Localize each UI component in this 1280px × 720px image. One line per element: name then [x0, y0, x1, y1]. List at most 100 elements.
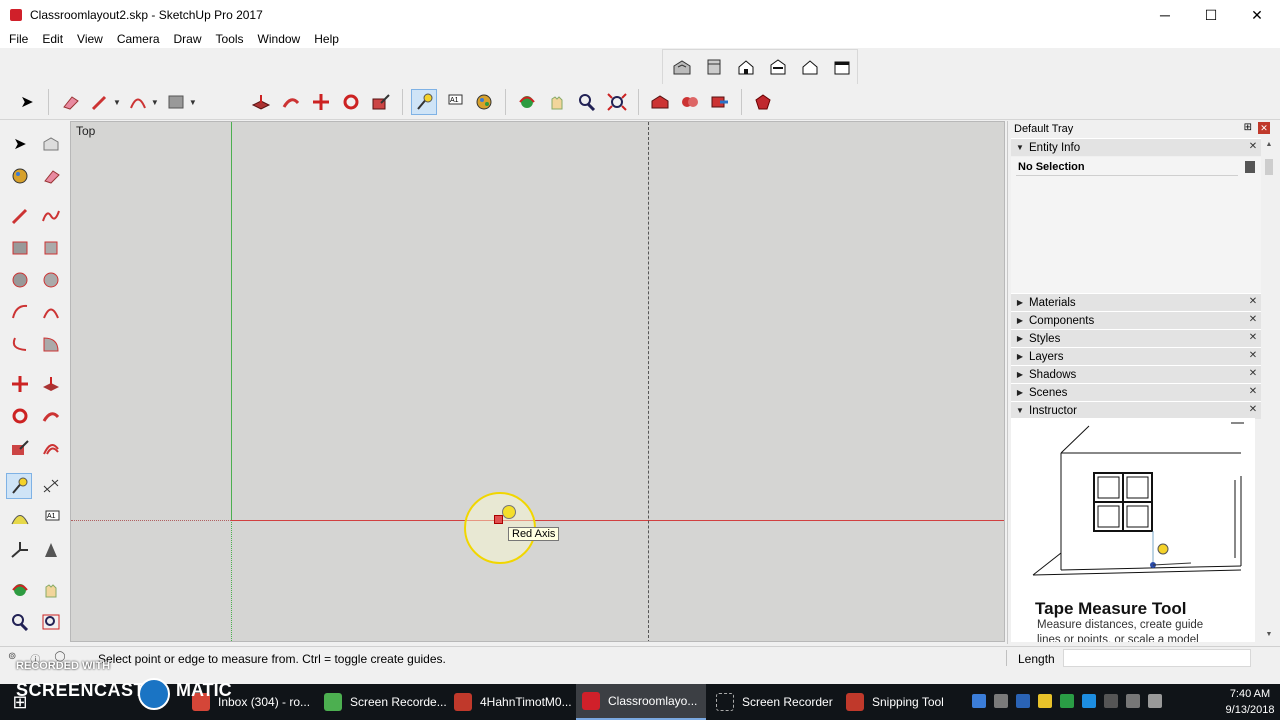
3d-text-icon[interactable]: [38, 537, 64, 563]
dimension-icon[interactable]: [38, 473, 64, 499]
panel-scenes[interactable]: ▶ Scenes ✕: [1011, 383, 1261, 401]
move-icon[interactable]: [308, 89, 334, 115]
pencil-line-icon[interactable]: [87, 89, 113, 115]
front-view-icon[interactable]: [733, 54, 759, 80]
menu-file[interactable]: File: [2, 32, 35, 46]
close-button[interactable]: ✕: [1234, 0, 1280, 30]
tape-measure-icon[interactable]: [6, 473, 32, 499]
measurements-box[interactable]: [1063, 649, 1251, 667]
pie-icon[interactable]: [38, 331, 64, 357]
taskbar-clock[interactable]: 7:40 AM 9/13/2018: [1222, 686, 1278, 718]
axes-icon[interactable]: [7, 537, 33, 563]
panel-materials[interactable]: ▶ Materials ✕: [1011, 293, 1261, 311]
zoom-window-icon[interactable]: [38, 609, 64, 635]
onedrive-icon[interactable]: [994, 694, 1008, 708]
share-model-icon[interactable]: [707, 89, 733, 115]
menu-tools[interactable]: Tools: [209, 32, 251, 46]
zoom-icon[interactable]: [7, 609, 33, 635]
minimize-button[interactable]: ─: [1142, 0, 1188, 30]
orbit-icon[interactable]: [514, 89, 540, 115]
select-arrow-icon[interactable]: ➤: [7, 131, 33, 157]
pan-hand-icon[interactable]: [38, 577, 64, 603]
zoom-extents-icon[interactable]: [604, 89, 630, 115]
close-icon[interactable]: ✕: [1248, 142, 1258, 152]
menu-edit[interactable]: Edit: [35, 32, 70, 46]
follow-me-icon[interactable]: [38, 403, 64, 429]
paint-bucket-icon[interactable]: [7, 163, 33, 189]
follow-me-icon[interactable]: [278, 89, 304, 115]
make-component-icon[interactable]: [38, 131, 64, 157]
text-tool-icon[interactable]: A1: [38, 505, 64, 531]
close-icon[interactable]: ✕: [1248, 351, 1258, 361]
menu-view[interactable]: View: [70, 32, 110, 46]
modeling-viewport[interactable]: Top Red Axis: [70, 121, 1005, 642]
tape-measure-icon[interactable]: [411, 89, 437, 115]
chevron-down-icon[interactable]: ▼: [189, 98, 197, 107]
chevron-down-icon[interactable]: ▼: [113, 98, 121, 107]
close-icon[interactable]: ✕: [1248, 333, 1258, 343]
back-view-icon[interactable]: [797, 54, 823, 80]
close-icon[interactable]: ✕: [1248, 369, 1258, 379]
rotate-icon[interactable]: [338, 89, 364, 115]
move-icon[interactable]: [7, 371, 33, 397]
panel-components[interactable]: ▶ Components ✕: [1011, 311, 1261, 329]
rotate-icon[interactable]: [7, 403, 33, 429]
line-icon[interactable]: [7, 203, 33, 229]
top-view-icon[interactable]: [701, 54, 727, 80]
panel-layers[interactable]: ▶ Layers ✕: [1011, 347, 1261, 365]
taskbar-item[interactable]: Screen Recorde...: [318, 684, 447, 720]
pin-icon[interactable]: ⊞: [1244, 122, 1252, 134]
protractor-icon[interactable]: [7, 505, 33, 531]
panel-instructor[interactable]: ▼ Instructor ✕: [1011, 401, 1261, 419]
circle-icon[interactable]: [7, 267, 33, 293]
close-icon[interactable]: ✕: [1248, 315, 1258, 325]
panel-entity-info[interactable]: ▼ Entity Info ✕: [1011, 138, 1261, 156]
taskbar-item[interactable]: Snipping Tool: [840, 684, 944, 720]
rectangle-icon[interactable]: [7, 235, 33, 261]
maximize-button[interactable]: ☐: [1188, 0, 1234, 30]
push-pull-icon[interactable]: [248, 89, 274, 115]
eraser-icon[interactable]: [57, 89, 83, 115]
scroll-thumb[interactable]: [1265, 159, 1273, 175]
orbit-icon[interactable]: [7, 577, 33, 603]
offset-icon[interactable]: [38, 435, 64, 461]
select-arrow-icon[interactable]: ➤: [14, 89, 40, 115]
freehand-icon[interactable]: [38, 203, 64, 229]
extension-warehouse-icon[interactable]: [750, 89, 776, 115]
menu-draw[interactable]: Draw: [167, 32, 209, 46]
taskbar-item[interactable]: Screen Recorder: [710, 684, 833, 720]
tray-close-button[interactable]: ✕: [1258, 122, 1270, 134]
push-pull-icon[interactable]: [38, 371, 64, 397]
app-tray-icon[interactable]: [1060, 694, 1074, 708]
dropbox-icon[interactable]: [972, 694, 986, 708]
rectangle-icon[interactable]: [163, 89, 189, 115]
scroll-down-icon[interactable]: ▼: [1264, 631, 1274, 638]
arc-icon[interactable]: [125, 89, 151, 115]
rotated-rectangle-icon[interactable]: [38, 235, 64, 261]
close-icon[interactable]: ✕: [1248, 297, 1258, 307]
two-point-arc-icon[interactable]: [38, 299, 64, 325]
eraser-icon[interactable]: [38, 163, 64, 189]
taskbar-item[interactable]: 4HahnTimotM0...: [448, 684, 572, 720]
polygon-icon[interactable]: [38, 267, 64, 293]
warehouse-icon[interactable]: [647, 89, 673, 115]
toggle-details-icon[interactable]: [1245, 161, 1255, 173]
zoom-icon[interactable]: [574, 89, 600, 115]
network-icon[interactable]: [1016, 694, 1030, 708]
bluetooth-icon[interactable]: [1082, 694, 1096, 708]
menu-window[interactable]: Window: [251, 32, 308, 46]
security-icon[interactable]: [1038, 694, 1052, 708]
scale-icon[interactable]: [368, 89, 394, 115]
paint-bucket-icon[interactable]: [471, 89, 497, 115]
iso-view-icon[interactable]: [669, 54, 695, 80]
arc-icon[interactable]: [7, 299, 33, 325]
panel-shadows[interactable]: ▶ Shadows ✕: [1011, 365, 1261, 383]
scroll-up-icon[interactable]: ▲: [1264, 141, 1274, 148]
left-view-icon[interactable]: [829, 54, 855, 80]
menu-camera[interactable]: Camera: [110, 32, 167, 46]
text-tool-icon[interactable]: A1: [441, 89, 467, 115]
volume-icon[interactable]: [1148, 694, 1162, 708]
three-point-arc-icon[interactable]: [7, 331, 33, 357]
taskbar-item-active[interactable]: Classroomlayo...: [576, 684, 706, 720]
tray-scrollbar[interactable]: ▲ ▼: [1264, 139, 1274, 644]
